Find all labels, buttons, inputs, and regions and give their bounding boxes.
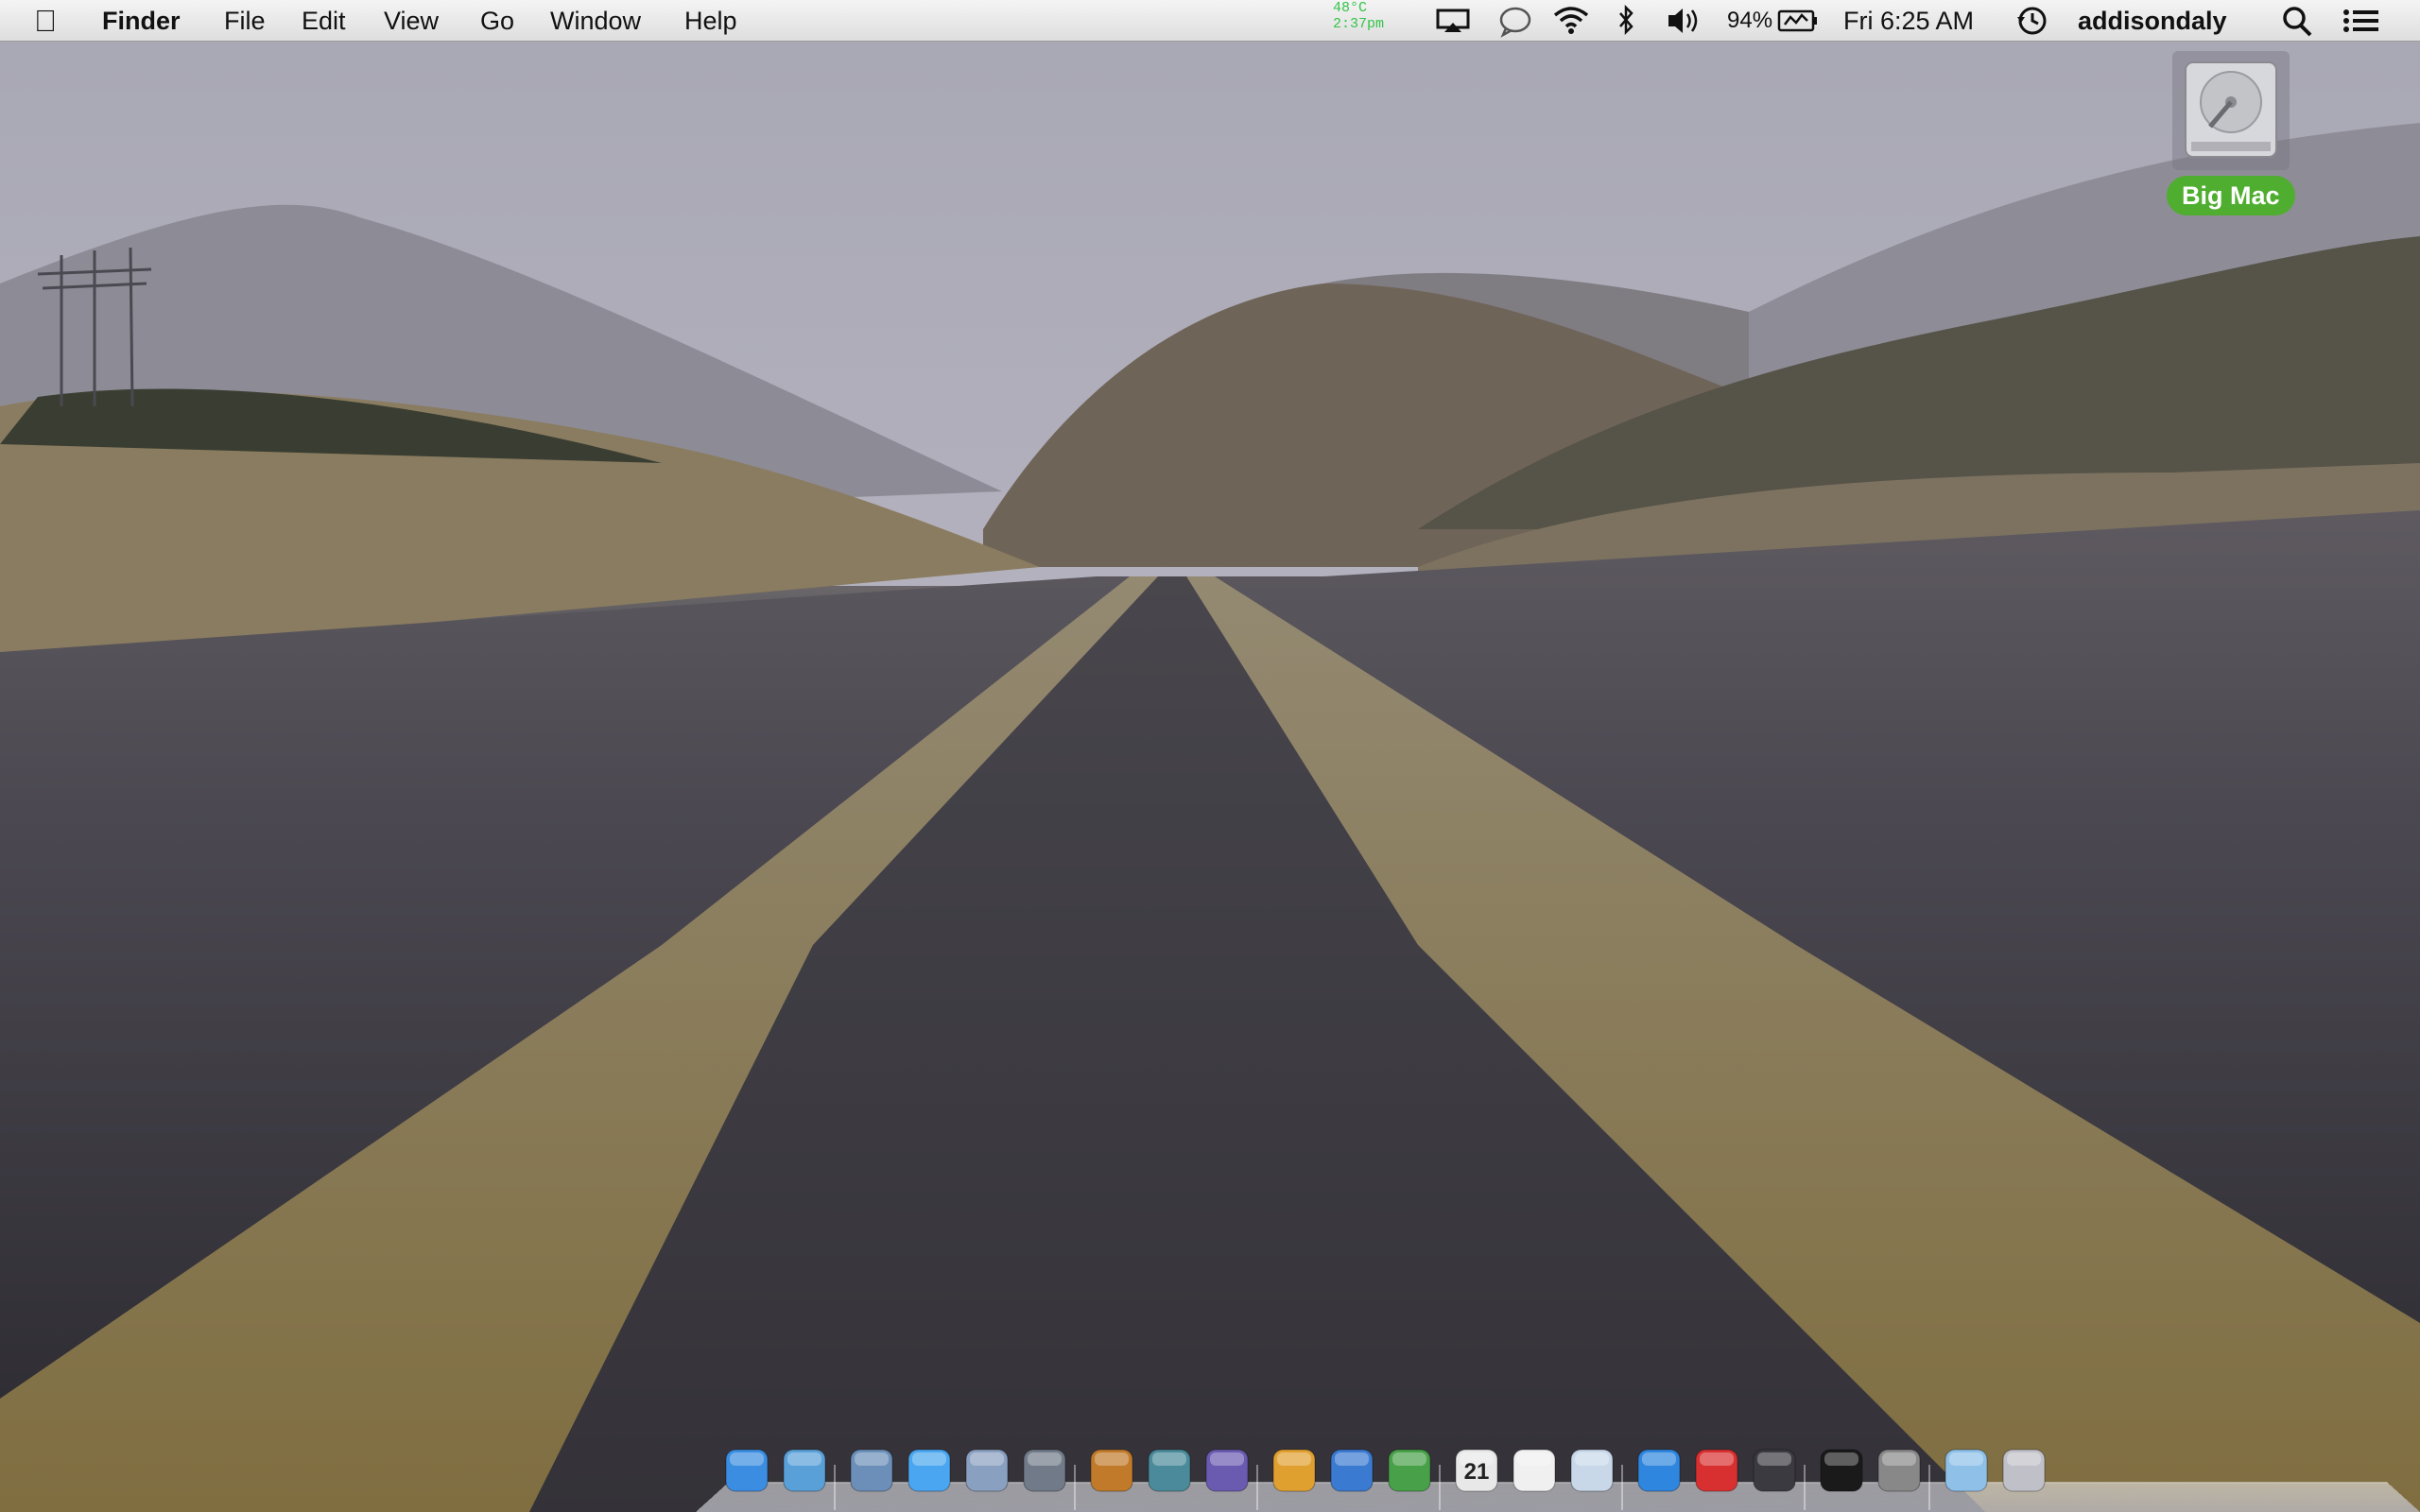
dock-separator — [1804, 1465, 1806, 1510]
airplay-icon[interactable] — [1435, 0, 1471, 42]
reminders-icon[interactable] — [1510, 1446, 1559, 1495]
dock-separator — [1621, 1465, 1623, 1510]
wifi-icon[interactable] — [1552, 0, 1590, 42]
menu-bar:  Finder File Edit View Go Window Help 4… — [0, 0, 2420, 42]
menu-window[interactable]: Window — [550, 0, 641, 42]
hard-drive-icon — [2185, 61, 2277, 158]
menu-edit[interactable]: Edit — [302, 0, 346, 42]
keynote-icon[interactable] — [1327, 1446, 1376, 1495]
menu-view[interactable]: View — [384, 0, 439, 42]
battery-percent[interactable]: 94% — [1727, 0, 1772, 42]
menu-go[interactable]: Go — [480, 0, 514, 42]
numbers-icon[interactable] — [1385, 1446, 1434, 1495]
dock-separator — [834, 1465, 836, 1510]
game-center-icon[interactable] — [1692, 1446, 1741, 1495]
dock: 21 — [696, 1446, 2420, 1512]
dock-separator — [1928, 1465, 1930, 1510]
trash-icon[interactable] — [1999, 1446, 2048, 1495]
app-store-icon[interactable] — [1634, 1446, 1684, 1495]
calendar-icon[interactable]: 21 — [1452, 1446, 1501, 1495]
safari-icon[interactable] — [847, 1446, 896, 1495]
system-preferences-icon[interactable] — [1875, 1446, 1924, 1495]
calendar-date-label: 21 — [1463, 1459, 1490, 1485]
menu-help[interactable]: Help — [684, 0, 737, 42]
preview-icon[interactable] — [1567, 1446, 1616, 1495]
weather-widget[interactable]: 48°C 2:37pm — [1333, 0, 1384, 32]
dock-separator — [1074, 1465, 1076, 1510]
app-menu-finder[interactable]: Finder — [102, 0, 181, 42]
time-machine-icon[interactable] — [2015, 0, 2049, 42]
dock-separator — [1439, 1465, 1441, 1510]
itunes-icon[interactable] — [780, 1446, 829, 1495]
messages-status-icon[interactable] — [1498, 0, 1532, 42]
finder-icon[interactable] — [722, 1446, 771, 1495]
desktop-drive-label[interactable]: Big Mac — [2167, 176, 2295, 215]
wallpaper-image — [0, 0, 2420, 1512]
mail-icon[interactable] — [962, 1446, 1011, 1495]
notification-center-icon[interactable] — [2342, 0, 2380, 42]
imovie-icon[interactable] — [1202, 1446, 1252, 1495]
downloads-folder-icon[interactable] — [1942, 1446, 1991, 1495]
desktop-wallpaper — [0, 0, 2420, 1512]
menu-clock[interactable]: Fri 6:25 AM — [1843, 0, 1974, 42]
facetime-icon[interactable] — [1020, 1446, 1069, 1495]
battery-icon[interactable] — [1777, 0, 1819, 42]
user-menu[interactable]: addisondaly — [2078, 0, 2227, 42]
garageband-icon[interactable] — [1087, 1446, 1136, 1495]
spotlight-icon[interactable] — [2282, 0, 2314, 42]
messages-icon[interactable] — [905, 1446, 954, 1495]
volume-icon[interactable] — [1666, 0, 1703, 42]
dock-separator — [1256, 1465, 1258, 1510]
terminal-icon[interactable] — [1817, 1446, 1866, 1495]
menu-file[interactable]: File — [224, 0, 266, 42]
steam-icon[interactable] — [1750, 1446, 1799, 1495]
weather-temp: 48°C — [1333, 0, 1368, 16]
bluetooth-icon[interactable] — [1616, 0, 1635, 42]
pages-icon[interactable] — [1270, 1446, 1319, 1495]
iphoto-icon[interactable] — [1145, 1446, 1194, 1495]
weather-time: 2:37pm — [1333, 16, 1385, 32]
desktop-drive-item[interactable] — [2172, 51, 2290, 170]
apple-icon[interactable]:  — [34, 0, 57, 42]
